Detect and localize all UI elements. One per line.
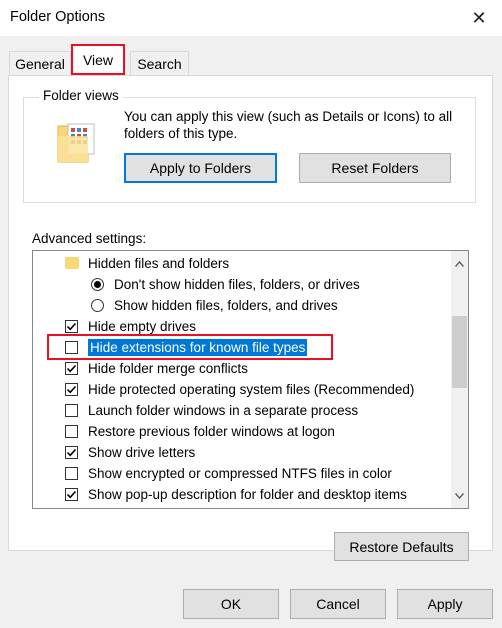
scroll-down-button[interactable] — [451, 487, 468, 504]
checkbox[interactable] — [65, 383, 78, 396]
reset-folders-button[interactable]: Reset Folders — [299, 153, 451, 183]
checkmark-icon — [66, 490, 77, 499]
chevron-down-icon — [455, 492, 464, 499]
scrollbar-thumb[interactable] — [452, 316, 467, 388]
list-item-label: Show encrypted or compressed NTFS files … — [88, 466, 392, 481]
scroll-up-button[interactable] — [451, 255, 468, 272]
ok-button[interactable]: OK — [183, 589, 279, 619]
button-label: Reset Folders — [331, 160, 419, 176]
list-item-label: Hidden files and folders — [88, 256, 230, 271]
highlight-box — [47, 334, 333, 360]
checkmark-icon — [66, 385, 77, 394]
list-item-checkbox[interactable]: Launch folder windows in a separate proc… — [33, 400, 443, 421]
list-item-checkbox[interactable]: Show encrypted or compressed NTFS files … — [33, 463, 443, 484]
advanced-settings-label: Advanced settings: — [32, 231, 147, 246]
folder-icon — [57, 123, 95, 163]
button-label: Restore Defaults — [349, 538, 454, 555]
tab-label: View — [82, 51, 114, 68]
list-item-label: Hide protected operating system files (R… — [88, 382, 415, 397]
folder-views-description: You can apply this view (such as Details… — [124, 109, 453, 141]
tab-general[interactable]: General — [9, 51, 71, 75]
vertical-scrollbar[interactable] — [451, 251, 468, 508]
list-item-checkbox[interactable]: Hide protected operating system files (R… — [33, 379, 443, 400]
apply-button[interactable]: Apply — [397, 589, 493, 619]
cancel-button[interactable]: Cancel — [290, 589, 386, 619]
checkmark-icon — [66, 322, 77, 331]
list-item-label: Show pop-up description for folder and d… — [88, 487, 407, 502]
list-item-radio[interactable]: Show hidden files, folders, and drives — [33, 295, 443, 316]
close-icon: ✕ — [471, 7, 487, 28]
checkbox[interactable] — [65, 446, 78, 459]
folder-views-label: Folder views — [39, 88, 123, 103]
list-item-label: Restore previous folder windows at logon — [88, 424, 335, 439]
checkbox[interactable] — [65, 467, 78, 480]
close-button[interactable]: ✕ — [456, 0, 502, 36]
list-item-checkbox[interactable]: Hide folder merge conflicts — [33, 358, 443, 379]
radio-dot — [94, 281, 101, 288]
list-item-label: Don't show hidden files, folders, or dri… — [114, 277, 360, 292]
tab-search[interactable]: Search — [130, 51, 189, 75]
chevron-up-icon — [455, 260, 464, 267]
button-label: Apply to Folders — [149, 160, 252, 176]
checkmark-icon — [66, 364, 77, 373]
list-item-label: Show drive letters — [88, 445, 196, 460]
list-item-label: Hide empty drives — [88, 319, 197, 334]
advanced-settings-list[interactable]: Hidden files and folders Don't show hidd… — [32, 250, 469, 509]
checkmark-icon — [66, 448, 77, 457]
tab-view[interactable]: View — [71, 44, 125, 75]
button-label: OK — [220, 596, 242, 612]
apply-to-folders-button[interactable]: Apply to Folders — [124, 153, 277, 183]
checkbox[interactable] — [65, 320, 78, 333]
list-item-checkbox[interactable]: Restore previous folder windows at logon — [33, 421, 443, 442]
radio-button[interactable] — [91, 278, 104, 291]
radio-button[interactable] — [91, 299, 104, 312]
checkbox[interactable] — [65, 404, 78, 417]
list-item-label: Launch folder windows in a separate proc… — [88, 403, 359, 418]
tab-label: Search — [137, 55, 182, 72]
window-title: Folder Options — [10, 9, 106, 25]
tab-label: General — [15, 55, 65, 72]
folder-icon — [65, 257, 79, 269]
button-label: Apply — [427, 596, 463, 612]
title-bar: Folder Options ✕ — [0, 0, 502, 36]
list-item-label: Hide folder merge conflicts — [88, 361, 248, 376]
list-item-checkbox[interactable]: Show pop-up description for folder and d… — [33, 484, 443, 505]
button-label: Cancel — [316, 596, 360, 612]
checkbox[interactable] — [65, 362, 78, 375]
restore-defaults-button[interactable]: Restore Defaults — [334, 532, 469, 561]
list-item-radio[interactable]: Don't show hidden files, folders, or dri… — [33, 274, 443, 295]
checkbox[interactable] — [65, 488, 78, 501]
checkbox[interactable] — [65, 425, 78, 438]
list-item-hidden-files-group: Hidden files and folders — [33, 253, 443, 274]
list-item-label: Show hidden files, folders, and drives — [114, 298, 338, 313]
list-item-checkbox[interactable]: Show drive letters — [33, 442, 443, 463]
